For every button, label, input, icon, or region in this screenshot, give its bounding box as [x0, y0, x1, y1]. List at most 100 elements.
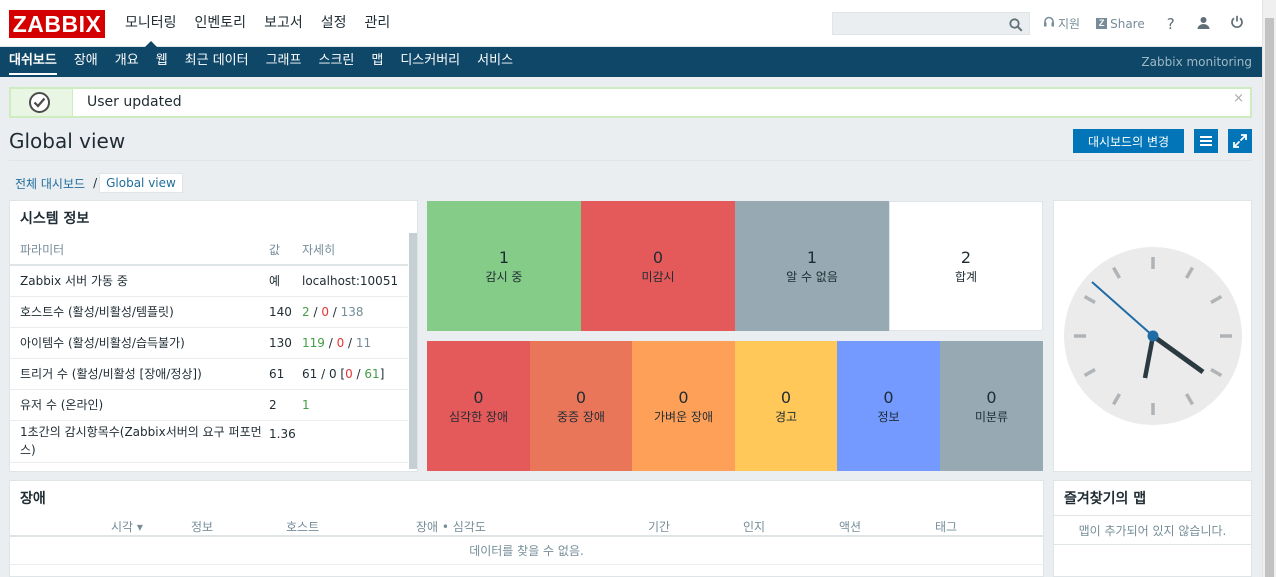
column-header-host[interactable]: 호스트 — [286, 518, 319, 535]
expand-icon — [1233, 134, 1247, 148]
profile-link[interactable] — [1197, 16, 1210, 32]
signout-link[interactable] — [1230, 15, 1244, 32]
table-row: 유저 수 (온라인) 2 1 — [10, 389, 408, 421]
support-link[interactable]: 지원 — [1043, 15, 1080, 32]
submenu-dashboard[interactable]: 대쉬보드 — [0, 47, 65, 77]
share-label: Share — [1110, 16, 1145, 31]
value-cell: 61 — [269, 358, 302, 390]
submenu-discovery[interactable]: 디스커버리 — [391, 47, 468, 77]
submenu-screens[interactable]: 스크린 — [309, 47, 362, 77]
top-header: ZABBIX 모니터링 인벤토리 보고서 설정 관리 지원 Z Share ? — [0, 0, 1262, 48]
problems-widget: 장애 시각 ▾ 정보 호스트 장애 • 심각도 기간 인지 액션 태그 데이터를… — [9, 480, 1044, 577]
help-icon: ? — [1166, 14, 1175, 33]
edit-dashboard-button[interactable]: 대시보드의 변경 — [1073, 129, 1184, 153]
enabled-count: 119 — [302, 335, 325, 350]
search-icon[interactable] — [1009, 17, 1023, 36]
severity-count: 0 — [883, 387, 894, 407]
status-label: 미감시 — [641, 269, 675, 284]
severity-label: 미분류 — [974, 409, 1009, 424]
menu-inventory[interactable]: 인벤토리 — [186, 0, 256, 47]
list-icon — [1200, 136, 1212, 146]
status-cell-monitored[interactable]: 1 감시 중 — [427, 201, 581, 331]
problems-table-header: 시각 ▾ 정보 호스트 장애 • 심각도 기간 인지 액션 태그 — [10, 513, 1043, 537]
search-input[interactable] — [833, 13, 1003, 35]
severity-not-classified[interactable]: 0 미분류 — [940, 341, 1043, 471]
enabled-count: 61 — [302, 366, 318, 381]
breadcrumb-all-dashboards[interactable]: 전체 대시보드 — [9, 175, 91, 192]
unsupported-count: 11 — [355, 335, 372, 350]
enabled-count: 2 — [302, 304, 310, 319]
close-icon[interactable]: × — [1233, 91, 1244, 106]
share-link[interactable]: Z Share — [1096, 17, 1145, 31]
help-link[interactable]: ? — [1167, 15, 1175, 33]
sub-menu-bar: 대쉬보드 장애 개요 웹 최근 데이터 그래프 스크린 맵 디스커버리 서비스 … — [0, 47, 1262, 77]
menu-configuration[interactable]: 설정 — [312, 0, 356, 47]
severity-count: 0 — [678, 387, 689, 407]
menu-reports[interactable]: 보고서 — [255, 0, 312, 47]
status-cell-unmonitored[interactable]: 0 미감시 — [581, 201, 735, 331]
severity-disaster[interactable]: 0 심각한 장애 — [427, 341, 530, 471]
problems-by-severity-widget: 0 심각한 장애 0 중증 장애 0 가벼운 장애 0 경고 0 정보 0 미분… — [427, 341, 1043, 471]
value-cell: 1.36 — [269, 420, 302, 463]
status-label: 합계 — [954, 269, 978, 284]
no-maps-message: 맵이 추가되어 있지 않습니다. — [1054, 515, 1251, 545]
severity-high[interactable]: 0 중증 장애 — [530, 341, 632, 471]
column-header-ack: 인지 — [743, 520, 766, 534]
column-header-time[interactable]: 시각 ▾ — [111, 518, 143, 535]
status-label: 감시 중 — [485, 269, 523, 284]
page-scrollbar[interactable] — [1262, 0, 1276, 577]
table-row: Zabbix 서버 가동 중 예 localhost:10051 — [10, 265, 408, 297]
severity-warning[interactable]: 0 경고 — [735, 341, 837, 471]
status-count: 1 — [806, 247, 818, 267]
message-text: User updated — [87, 94, 182, 110]
success-message: User updated × — [9, 87, 1252, 118]
details-cell: 2 / 0 / 138 — [302, 296, 408, 328]
problems-table: 시각 ▾ 정보 호스트 장애 • 심각도 기간 인지 액션 태그 데이터를 찾을… — [10, 513, 1043, 565]
fullscreen-button[interactable] — [1228, 129, 1252, 153]
severity-label: 정보 — [877, 409, 900, 424]
menu-monitoring[interactable]: 모니터링 — [116, 0, 186, 48]
breadcrumb-current[interactable]: Global view — [99, 173, 183, 193]
submenu-web[interactable]: 웹 — [147, 47, 176, 77]
details-cell: 61 / 0 [0 / 61] — [302, 358, 408, 390]
param-cell: 아이템수 (활성/비활성/습득불가) — [10, 327, 269, 359]
column-header-problem-severity[interactable]: 장애 • 심각도 — [416, 518, 486, 535]
status-label: 알 수 없음 — [786, 269, 838, 284]
submenu-graphs[interactable]: 그래프 — [257, 47, 310, 77]
value-cell: 130 — [269, 327, 302, 359]
severity-average[interactable]: 0 가벼운 장애 — [632, 341, 735, 471]
widget-title: 즐겨찾기의 맵 — [1064, 491, 1147, 507]
details-cell: 1 — [302, 389, 408, 421]
power-icon — [1230, 15, 1244, 32]
details-cell — [302, 420, 408, 463]
submenu-maps[interactable]: 맵 — [362, 47, 391, 77]
status-cell-total[interactable]: 2 합계 — [889, 201, 1043, 331]
status-count: 2 — [960, 247, 972, 267]
submenu-latest-data[interactable]: 최근 데이터 — [176, 47, 257, 77]
column-header: 값 — [269, 235, 302, 266]
column-header: 파라미터 — [10, 235, 269, 266]
status-count: 1 — [498, 247, 510, 267]
value-cell: 140 — [269, 296, 302, 328]
zabbix-logo[interactable]: ZABBIX — [9, 10, 105, 38]
scrollbar-thumb[interactable] — [1265, 18, 1274, 577]
value-cell: 2 — [269, 389, 302, 421]
dashboard-menu-button[interactable] — [1194, 129, 1218, 153]
support-label: 지원 — [1058, 17, 1081, 31]
severity-count: 0 — [575, 387, 587, 407]
widget-scrollbar[interactable] — [409, 233, 417, 469]
system-info-widget: 시스템 정보 파라미터 값 자세히 Zabbix 서버 가동 중 예 local… — [9, 200, 418, 472]
severity-information[interactable]: 0 정보 — [837, 341, 940, 471]
column-header-actions: 액션 — [839, 520, 862, 534]
submenu-services[interactable]: 서비스 — [468, 47, 521, 77]
submenu-overview[interactable]: 개요 — [106, 47, 147, 77]
column-header: 자세히 — [302, 235, 408, 266]
online-count: 1 — [302, 397, 310, 412]
severity-count: 0 — [473, 387, 484, 407]
widget-scrollbar-thumb[interactable] — [409, 233, 417, 469]
main-menu: 모니터링 인벤토리 보고서 설정 관리 — [116, 0, 399, 48]
submenu-problems[interactable]: 장애 — [65, 47, 106, 77]
table-row: 호스트수 (활성/비활성/템플릿) 140 2 / 0 / 138 — [10, 296, 408, 328]
menu-administration[interactable]: 관리 — [355, 0, 399, 47]
status-cell-unknown[interactable]: 1 알 수 없음 — [735, 201, 889, 331]
